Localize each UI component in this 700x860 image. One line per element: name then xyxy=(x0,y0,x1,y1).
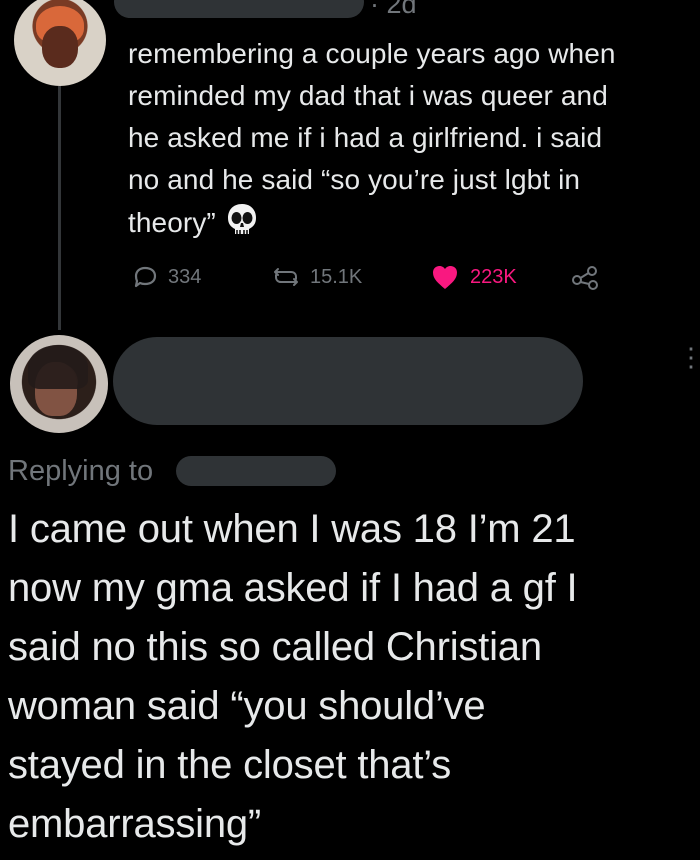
tweet-actions: 334 15.1K 223K xyxy=(132,259,652,295)
tweet-body: remembering a couple years ago when remi… xyxy=(128,38,616,238)
tweet-text: remembering a couple years ago when remi… xyxy=(128,33,693,244)
share-icon xyxy=(570,262,600,292)
reply-tweet-text: I came out when I was 18 I’m 21 now my g… xyxy=(8,507,578,846)
reply-count: 334 xyxy=(168,265,202,288)
tweet-time: · 2d xyxy=(370,0,417,19)
like-count: 223K xyxy=(470,265,517,288)
like-button[interactable]: 223K xyxy=(430,259,517,295)
redacted-user-info xyxy=(113,337,583,425)
more-icon[interactable]: ⋮ xyxy=(678,344,700,386)
reply-icon xyxy=(132,264,158,290)
thread-connector xyxy=(58,86,61,330)
first-tweet: · 2d remembering a couple years ago when… xyxy=(0,0,700,330)
reply-tweet: ⋮ Replying to I came out when I was 18 I… xyxy=(0,330,700,860)
reply-user-avatar[interactable] xyxy=(10,335,108,433)
replying-to-label: Replying to xyxy=(8,455,154,487)
redacted-display-name xyxy=(114,0,364,18)
reply-button[interactable]: 334 xyxy=(132,259,201,295)
redacted-reply-handle xyxy=(176,456,336,486)
user-avatar[interactable] xyxy=(14,0,106,86)
skull-icon xyxy=(224,201,260,237)
heart-icon xyxy=(430,263,460,291)
retweet-button[interactable]: 15.1K xyxy=(272,259,362,295)
retweet-icon xyxy=(272,264,300,290)
retweet-count: 15.1K xyxy=(310,265,363,288)
share-button[interactable] xyxy=(570,259,600,295)
